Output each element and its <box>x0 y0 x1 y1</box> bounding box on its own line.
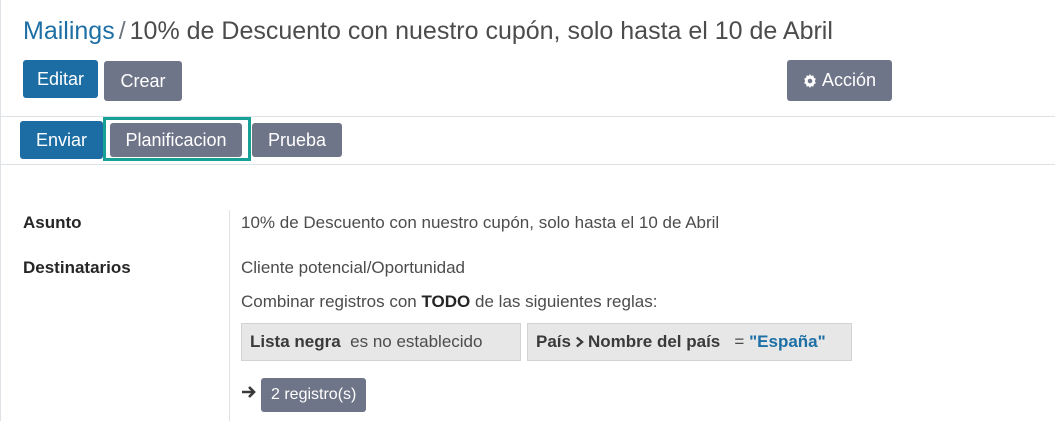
domain-rule-country: País Nombre del país = "España" <box>527 323 852 361</box>
rule-field-part: País <box>536 332 571 351</box>
test-button[interactable]: Prueba <box>252 123 342 157</box>
recipients-label: Destinatarios <box>23 258 131 277</box>
create-button-label: Crear <box>120 70 166 91</box>
test-button-label: Prueba <box>267 129 327 150</box>
rule-operator: es no establecido <box>350 332 483 351</box>
records-count-label: 2 registro(s) <box>271 386 357 403</box>
focus-highlight <box>103 117 251 161</box>
domain-rule-blacklist: Lista negra es no establecido <box>241 323 521 361</box>
rule-field-part: Nombre del país <box>587 332 721 351</box>
gear-icon <box>804 73 816 88</box>
domain-intro-post: de las siguientes reglas: <box>475 292 658 311</box>
left-border <box>0 0 1 421</box>
subject-value: 10% de Descuento con nuestro cupón, solo… <box>241 213 720 232</box>
domain-intro-bold: TODO <box>421 292 471 311</box>
statusbar-divider <box>0 164 1055 165</box>
page-title: 10% de Descuento con nuestro cupón, solo… <box>129 17 833 45</box>
domain-intro: Combinar registros con TODO de las sigui… <box>241 292 657 312</box>
send-button[interactable]: Enviar <box>20 121 103 159</box>
chevron-right-icon <box>576 336 584 348</box>
action-dropdown-button[interactable]: Acción <box>787 60 892 101</box>
domain-intro-pre: Combinar registros con <box>241 292 417 311</box>
rule-value: "España" <box>749 332 826 351</box>
arrow-right-icon <box>242 386 256 398</box>
records-count-button[interactable]: 2 registro(s) <box>261 378 367 412</box>
recipients-model: Cliente potencial/Oportunidad <box>241 258 465 277</box>
form-column-divider <box>229 210 230 421</box>
create-button[interactable]: Crear <box>104 61 182 101</box>
breadcrumb-separator: / <box>118 17 126 45</box>
rule-field: Lista negra <box>250 332 341 351</box>
rule-operator: = <box>734 332 745 351</box>
breadcrumb: Mailings/10% de Descuento con nuestro cu… <box>23 14 833 48</box>
subject-label: Asunto <box>23 213 82 232</box>
send-button-label: Enviar <box>35 129 88 150</box>
action-button-label: Acción <box>821 70 877 90</box>
edit-button[interactable]: Editar <box>23 60 98 98</box>
breadcrumb-mailings-link[interactable]: Mailings <box>23 17 115 45</box>
edit-button-label: Editar <box>36 68 85 89</box>
